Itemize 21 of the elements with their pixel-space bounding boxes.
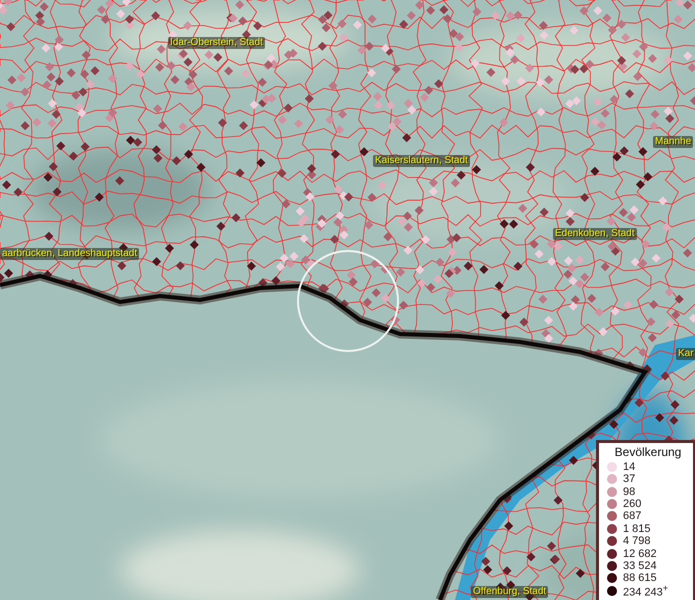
place-label: Kar bbox=[676, 348, 695, 360]
place-label: aarbrücken, Landeshauptstadt bbox=[0, 248, 140, 260]
place-label: Idar-Oberstein, Stadt bbox=[168, 37, 265, 49]
legend-label: 1 815 bbox=[623, 522, 651, 535]
legend-label: 37 bbox=[623, 473, 636, 486]
place-label: Edenkoben, Stadt bbox=[553, 228, 637, 240]
legend-label: 687 bbox=[623, 510, 642, 522]
legend-label: 260 bbox=[623, 498, 642, 510]
legend-label: 12 682 bbox=[623, 548, 657, 560]
legend-label: 88 615 bbox=[623, 572, 657, 584]
place-label: Kaiserslautern, Stadt bbox=[373, 155, 470, 167]
place-label: Offenburg, Stadt bbox=[471, 586, 548, 598]
legend-label: 234 243$^{+}$ bbox=[623, 582, 668, 600]
legend-label: 14 bbox=[623, 460, 636, 473]
place-label: Mannhe bbox=[653, 136, 694, 148]
circle-outline-icon bbox=[297, 250, 399, 352]
legend-label: 33 524 bbox=[623, 560, 657, 572]
legend-label: 4 798 bbox=[623, 535, 651, 548]
legend-title: Bevölkerung bbox=[614, 444, 682, 459]
map-view[interactable]: Idar-Oberstein, Stadt Kaiserslautern, Stadt Mannhe aarbrücken, Landeshauptstadt Edenkoben, Stadt Kar Offenburg, Stadt Bevölkerung 14 37 98 260 687 1 815 4 798 12 682 33 524 88 615 234 243$^{+}$ bbox=[0, 0, 695, 600]
legend-label: 98 bbox=[623, 486, 636, 498]
